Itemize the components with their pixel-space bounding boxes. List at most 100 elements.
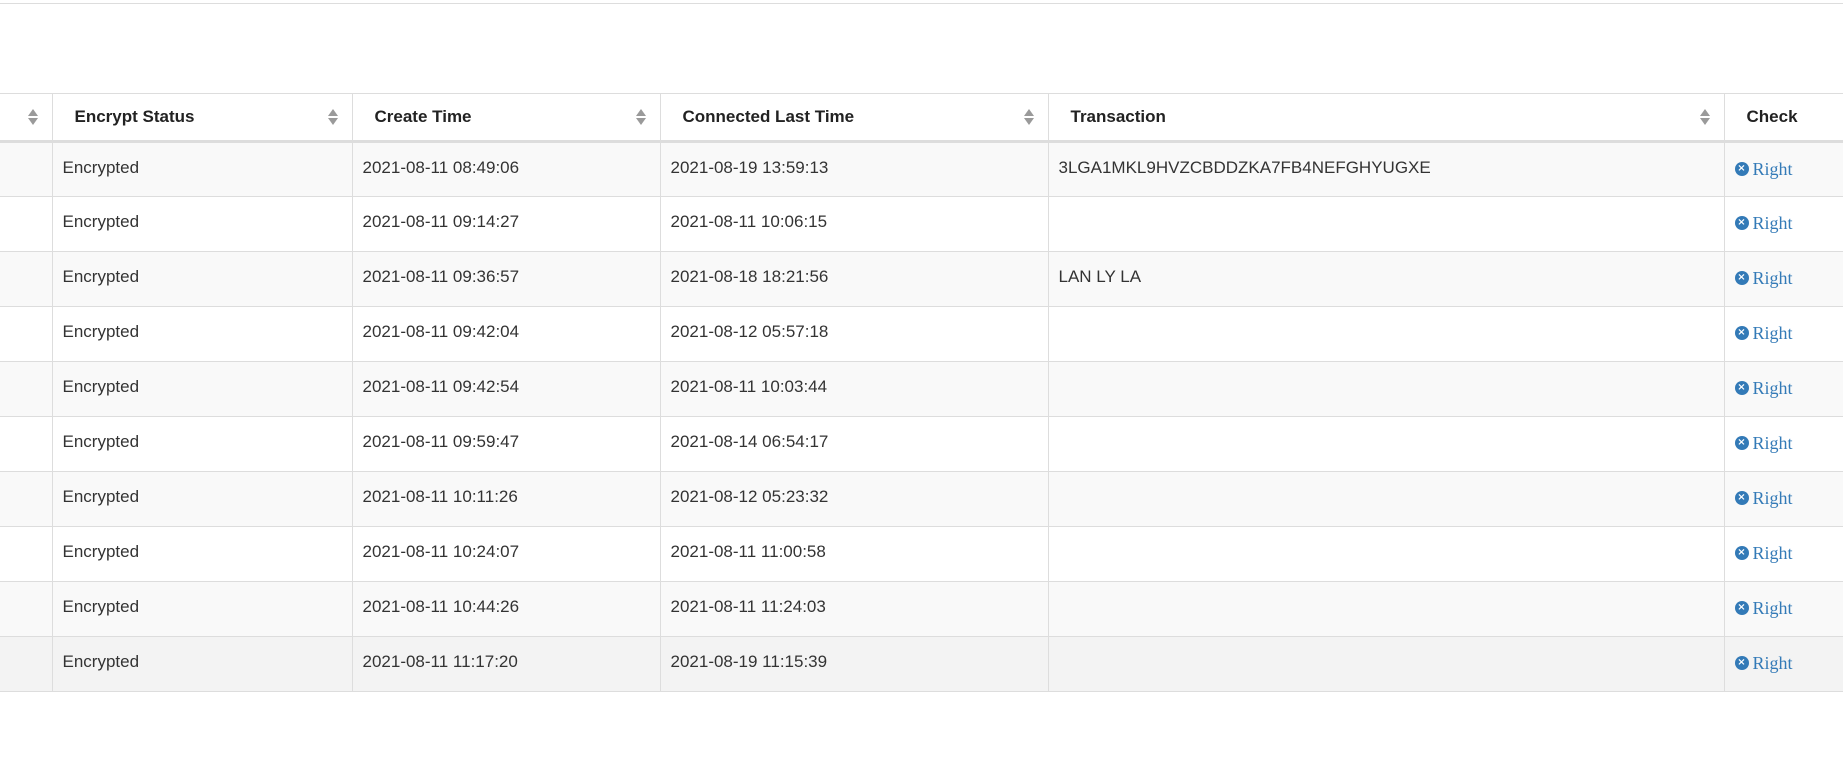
cell-create-time: 2021-08-11 10:24:07 <box>351 526 661 582</box>
sort-icon[interactable] <box>327 109 338 125</box>
row-first-cell <box>0 306 53 362</box>
cell-connected-last-time: 2021-08-19 11:15:39 <box>659 636 1049 692</box>
column-header-label: Connected Last Time <box>682 107 855 126</box>
column-header-label: Encrypt Status <box>74 107 195 126</box>
table-row[interactable]: Encrypted 2021-08-11 09:42:54 2021-08-11 1… <box>0 361 1843 417</box>
cell-create-time: 2021-08-11 10:11:26 <box>351 471 661 527</box>
cell-check: × Right <box>1723 361 1843 417</box>
check-right-link[interactable]: × Right <box>1734 323 1793 344</box>
cell-connected-last-time: 2021-08-12 05:23:32 <box>659 471 1049 527</box>
column-header-first[interactable] <box>0 93 53 142</box>
times-circle-icon: × <box>1734 436 1749 450</box>
times-circle-icon: × <box>1734 162 1749 176</box>
check-right-link[interactable]: × Right <box>1734 267 1793 289</box>
top-divider <box>0 3 1843 4</box>
cell-transaction <box>1047 416 1725 472</box>
cell-encrypt-status: Encrypted <box>51 416 353 472</box>
times-circle-icon: × <box>1734 601 1749 615</box>
cell-transaction <box>1047 471 1725 527</box>
times-circle-icon: × <box>1734 216 1749 230</box>
row-first-cell <box>0 471 53 527</box>
table-body: Encrypted 2021-08-11 08:49:06 2021-08-19 1… <box>0 141 1843 692</box>
check-link-label: Right <box>1752 212 1793 233</box>
table-row[interactable]: Encrypted 2021-08-11 09:59:47 2021-08-14 0… <box>0 416 1843 472</box>
cell-create-time: 2021-08-11 09:36:57 <box>351 251 661 307</box>
cell-connected-last-time: 2021-08-11 11:00:58 <box>659 526 1049 582</box>
check-link-label: Right <box>1752 652 1793 673</box>
column-header-label: Check <box>1746 107 1798 126</box>
cell-transaction <box>1047 636 1725 692</box>
column-header-connected-last-time[interactable]: Connected Last Time <box>659 93 1049 142</box>
column-header-encrypt-status[interactable]: Encrypt Status <box>51 93 353 142</box>
check-link-label: Right <box>1752 267 1793 288</box>
row-first-cell <box>0 361 53 417</box>
cell-transaction: LAN LY LA <box>1047 251 1725 307</box>
table-row[interactable]: Encrypted 2021-08-11 10:11:26 2021-08-12 0… <box>0 471 1843 527</box>
check-right-link[interactable]: × Right <box>1734 597 1793 619</box>
cell-connected-last-time: 2021-08-19 13:59:13 <box>659 141 1049 197</box>
cell-create-time: 2021-08-11 11:17:20 <box>351 636 661 692</box>
check-right-link[interactable]: × Right <box>1734 652 1793 674</box>
cell-create-time: 2021-08-11 09:42:04 <box>351 306 661 362</box>
table-row[interactable]: Encrypted 2021-08-11 10:44:26 2021-08-11 1… <box>0 581 1843 637</box>
column-header-label: Transaction <box>1070 107 1166 126</box>
cell-encrypt-status: Encrypted <box>51 141 353 197</box>
check-right-link[interactable]: × Right <box>1734 543 1793 564</box>
check-right-link[interactable]: × Right <box>1734 487 1793 509</box>
cell-transaction: 3LGA1MKL9HVZCBDDZKA7FB4NEFGHYUGXE <box>1047 141 1725 197</box>
sort-icon[interactable] <box>1699 109 1710 125</box>
cell-encrypt-status: Encrypted <box>51 581 353 637</box>
cell-check: × Right <box>1723 306 1843 362</box>
cell-encrypt-status: Encrypted <box>51 196 353 252</box>
check-right-link[interactable]: × Right <box>1734 378 1793 399</box>
cell-check: × Right <box>1723 636 1843 692</box>
times-circle-icon: × <box>1734 656 1749 670</box>
cell-check: × Right <box>1723 196 1843 252</box>
column-header-create-time[interactable]: Create Time <box>351 93 661 142</box>
sort-icon[interactable] <box>27 109 38 125</box>
check-link-label: Right <box>1752 597 1793 618</box>
cell-connected-last-time: 2021-08-12 05:57:18 <box>659 306 1049 362</box>
sort-icon[interactable] <box>635 109 646 125</box>
column-header-check: Check <box>1723 93 1843 142</box>
table-row[interactable]: Encrypted 2021-08-11 09:14:27 2021-08-11 1… <box>0 196 1843 252</box>
check-link-label: Right <box>1752 487 1793 508</box>
column-header-label: Create Time <box>374 107 472 126</box>
times-circle-icon: × <box>1734 491 1749 505</box>
cell-encrypt-status: Encrypted <box>51 251 353 307</box>
cell-transaction <box>1047 306 1725 362</box>
row-first-cell <box>0 526 53 582</box>
times-circle-icon: × <box>1734 271 1749 285</box>
cell-connected-last-time: 2021-08-11 11:24:03 <box>659 581 1049 637</box>
sort-icon[interactable] <box>1023 109 1034 125</box>
check-right-link[interactable]: × Right <box>1734 212 1793 234</box>
cell-encrypt-status: Encrypted <box>51 306 353 362</box>
row-first-cell <box>0 581 53 637</box>
cell-transaction <box>1047 196 1725 252</box>
cell-check: × Right <box>1723 251 1843 307</box>
cell-create-time: 2021-08-11 09:14:27 <box>351 196 661 252</box>
times-circle-icon: × <box>1734 326 1749 340</box>
header-row: Encrypt Status Create Time Connected Las… <box>0 93 1843 142</box>
table-row[interactable]: Encrypted 2021-08-11 10:24:07 2021-08-11 1… <box>0 526 1843 582</box>
table-row[interactable]: Encrypted 2021-08-11 09:36:57 2021-08-18 1… <box>0 251 1843 307</box>
cell-transaction <box>1047 361 1725 417</box>
row-first-cell <box>0 196 53 252</box>
table-row[interactable]: Encrypted 2021-08-11 11:17:20 2021-08-19 1… <box>0 636 1843 692</box>
cell-connected-last-time: 2021-08-11 10:06:15 <box>659 196 1049 252</box>
row-first-cell <box>0 251 53 307</box>
cell-check: × Right <box>1723 416 1843 472</box>
check-right-link[interactable]: × Right <box>1734 433 1793 454</box>
cell-transaction <box>1047 526 1725 582</box>
check-link-label: Right <box>1752 158 1793 179</box>
check-right-link[interactable]: × Right <box>1734 158 1793 180</box>
cell-create-time: 2021-08-11 10:44:26 <box>351 581 661 637</box>
table-row[interactable]: Encrypted 2021-08-11 09:42:04 2021-08-12 0… <box>0 306 1843 362</box>
times-circle-icon: × <box>1734 381 1749 395</box>
column-header-transaction[interactable]: Transaction <box>1047 93 1725 142</box>
table-row[interactable]: Encrypted 2021-08-11 08:49:06 2021-08-19 1… <box>0 141 1843 197</box>
cell-transaction <box>1047 581 1725 637</box>
cell-check: × Right <box>1723 141 1843 197</box>
cell-check: × Right <box>1723 581 1843 637</box>
cell-encrypt-status: Encrypted <box>51 636 353 692</box>
